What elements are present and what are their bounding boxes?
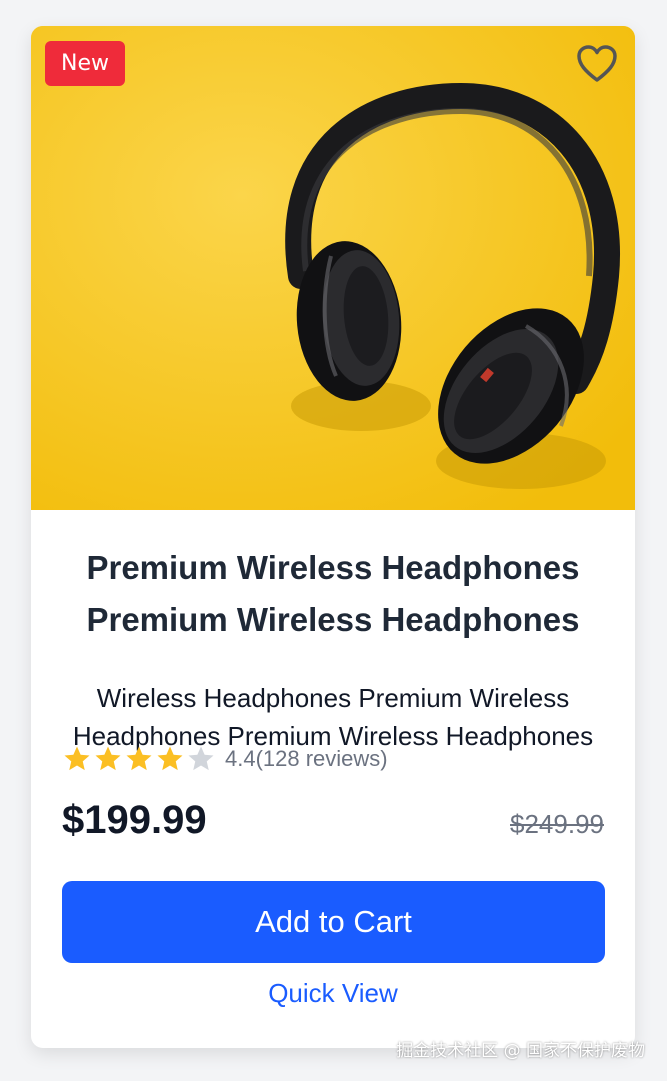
favorite-button[interactable] xyxy=(575,44,619,84)
rating: 4.4(128 reviews) xyxy=(62,739,388,779)
product-image[interactable]: New xyxy=(31,26,635,510)
star-filled-icon xyxy=(126,746,152,771)
heart-outline-icon xyxy=(577,45,617,82)
watermark: 掘金技术社区 @ 国家不保护废物 xyxy=(396,1041,645,1061)
star-filled-icon xyxy=(95,746,121,771)
star-filled-icon xyxy=(157,746,183,771)
add-to-cart-button[interactable]: Add to Cart xyxy=(62,881,605,963)
current-price: $199.99 xyxy=(62,798,207,842)
new-badge: New xyxy=(45,41,125,86)
product-title: Premium Wireless Headphones Premium Wire… xyxy=(86,549,580,638)
headphones-illustration xyxy=(31,26,635,510)
original-price: $249.99 xyxy=(510,809,604,839)
quick-view-link[interactable]: Quick View xyxy=(31,978,635,1009)
star-empty-icon xyxy=(188,746,214,771)
product-card: New Premium Wireless Headphones Premium … xyxy=(31,26,635,1048)
star-rating xyxy=(62,744,217,774)
rating-text: 4.4(128 reviews) xyxy=(225,746,388,771)
star-filled-icon xyxy=(64,746,90,771)
